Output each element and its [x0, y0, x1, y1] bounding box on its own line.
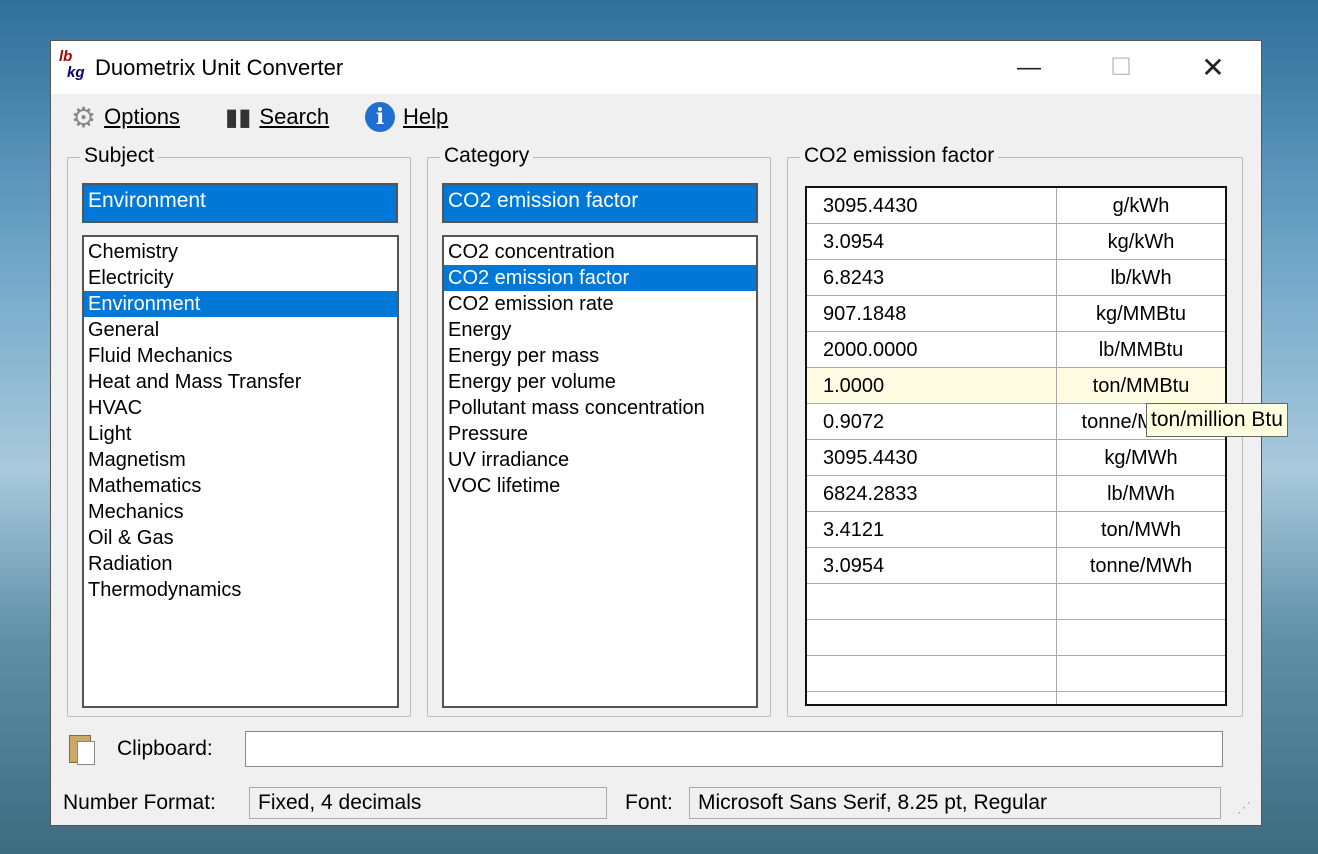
subject-list-item[interactable]: Mechanics [84, 499, 397, 525]
unit-cell[interactable]: kg/kWh [1057, 224, 1225, 259]
value-cell[interactable]: 3.4121 [807, 512, 1057, 547]
category-group: Category CO2 emission factor CO2 concent… [427, 144, 771, 717]
value-cell[interactable] [807, 584, 1057, 619]
results-grid[interactable]: 3095.4430 g/kWh 3.0954 kg/kWh 6.8243 lb/kWh 90… [805, 186, 1227, 706]
unit-cell[interactable]: tonne/MWh [1057, 548, 1225, 583]
value-cell[interactable] [807, 620, 1057, 655]
category-list-item[interactable]: Energy [444, 317, 756, 343]
value-cell[interactable]: 0.9072 [807, 404, 1057, 439]
subject-list-item[interactable]: Environment [84, 291, 397, 317]
unit-cell[interactable] [1057, 584, 1225, 619]
value-cell[interactable]: 907.1848 [807, 296, 1057, 331]
value-cell[interactable] [807, 656, 1057, 691]
unit-cell[interactable]: lb/MWh [1057, 476, 1225, 511]
subject-list-item[interactable]: Oil & Gas [84, 525, 397, 551]
number-format-label: Number Format: [63, 791, 216, 814]
value-cell[interactable]: 3095.4430 [807, 440, 1057, 475]
subject-list-item[interactable]: Thermodynamics [84, 577, 397, 603]
title-bar: lb kg Duometrix Unit Converter ― ☐ ✕ [51, 41, 1261, 94]
minimize-button[interactable]: ― [983, 41, 1075, 94]
result-row[interactable] [807, 692, 1225, 704]
maximize-button[interactable]: ☐ [1075, 41, 1167, 94]
app-logo-icon: lb kg [59, 48, 85, 81]
subject-list-item[interactable]: General [84, 317, 397, 343]
category-list-item[interactable]: UV irradiance [444, 447, 756, 473]
unit-cell[interactable]: kg/MMBtu [1057, 296, 1225, 331]
tooltip: ton/million Btu [1146, 403, 1288, 437]
unit-cell[interactable]: lb/kWh [1057, 260, 1225, 295]
result-row[interactable]: 3095.4430 kg/MWh [807, 440, 1225, 476]
font-value[interactable]: Microsoft Sans Serif, 8.25 pt, Regular [689, 787, 1221, 819]
result-row[interactable]: 3095.4430 g/kWh [807, 188, 1225, 224]
menu-options[interactable]: ⚙ Options [71, 99, 180, 135]
subject-list-item[interactable]: Mathematics [84, 473, 397, 499]
resize-grip-icon[interactable]: ⋰ [1237, 799, 1251, 816]
unit-cell[interactable] [1057, 692, 1225, 704]
category-label: Category [440, 144, 534, 168]
result-row[interactable]: 1.0000 ton/MMBtu [807, 368, 1225, 404]
menu-help[interactable]: i Help [365, 99, 448, 135]
value-cell[interactable]: 6824.2833 [807, 476, 1057, 511]
number-format-value[interactable]: Fixed, 4 decimals [249, 787, 607, 819]
unit-cell[interactable]: g/kWh [1057, 188, 1225, 223]
menu-search[interactable]: ▮▮ Search [225, 99, 329, 135]
unit-cell[interactable]: lb/MMBtu [1057, 332, 1225, 367]
unit-cell[interactable]: kg/MWh [1057, 440, 1225, 475]
result-row[interactable]: 3.0954 kg/kWh [807, 224, 1225, 260]
subject-list-item[interactable]: Magnetism [84, 447, 397, 473]
category-list-item[interactable]: Energy per volume [444, 369, 756, 395]
subject-list-item[interactable]: Electricity [84, 265, 397, 291]
category-list-item[interactable]: Pollutant mass concentration [444, 395, 756, 421]
result-row[interactable]: 907.1848 kg/MMBtu [807, 296, 1225, 332]
result-row[interactable]: 2000.0000 lb/MMBtu [807, 332, 1225, 368]
category-selected[interactable]: CO2 emission factor [442, 183, 758, 223]
subject-list-item[interactable]: Fluid Mechanics [84, 343, 397, 369]
subject-group: Subject Environment Chemistry Electricity… [67, 144, 411, 717]
clipboard-input[interactable] [245, 731, 1223, 767]
unit-cell[interactable]: ton/MWh [1057, 512, 1225, 547]
category-list-item[interactable]: Pressure [444, 421, 756, 447]
unit-cell[interactable] [1057, 656, 1225, 691]
app-window: lb kg Duometrix Unit Converter ― ☐ ✕ ⚙ Op… [50, 40, 1288, 826]
close-button[interactable]: ✕ [1167, 41, 1259, 94]
subject-selected[interactable]: Environment [82, 183, 398, 223]
subject-list-item[interactable]: Chemistry [84, 239, 397, 265]
results-label: CO2 emission factor [800, 144, 999, 168]
subject-label: Subject [80, 144, 159, 168]
result-row[interactable] [807, 584, 1225, 620]
category-list-item[interactable]: CO2 emission rate [444, 291, 756, 317]
subject-list-item[interactable]: HVAC [84, 395, 397, 421]
result-row[interactable] [807, 656, 1225, 692]
value-cell[interactable]: 6.8243 [807, 260, 1057, 295]
value-cell[interactable] [807, 692, 1057, 704]
clipboard-label: Clipboard: [117, 737, 213, 760]
category-list-item[interactable]: VOC lifetime [444, 473, 756, 499]
unit-cell[interactable]: ton/MMBtu [1057, 368, 1225, 403]
font-label: Font: [625, 791, 673, 814]
value-cell[interactable]: 3.0954 [807, 548, 1057, 583]
unit-cell[interactable] [1057, 620, 1225, 655]
subject-list-item[interactable]: Light [84, 421, 397, 447]
result-row[interactable]: 6824.2833 lb/MWh [807, 476, 1225, 512]
category-list[interactable]: CO2 concentration CO2 emission factor CO2 … [442, 235, 758, 708]
window-title: Duometrix Unit Converter [95, 55, 344, 80]
value-cell[interactable]: 1.0000 [807, 368, 1057, 403]
gear-icon: ⚙ [71, 101, 97, 133]
category-list-item[interactable]: Energy per mass [444, 343, 756, 369]
binoculars-icon: ▮▮ [225, 103, 252, 131]
value-cell[interactable]: 2000.0000 [807, 332, 1057, 367]
clipboard-icon[interactable] [67, 733, 97, 767]
subject-list-item[interactable]: Heat and Mass Transfer [84, 369, 397, 395]
subject-list[interactable]: Chemistry Electricity Environment General Fl… [82, 235, 399, 708]
subject-list-item[interactable]: Radiation [84, 551, 397, 577]
category-list-item[interactable]: CO2 concentration [444, 239, 756, 265]
result-row[interactable]: 3.4121 ton/MWh [807, 512, 1225, 548]
value-cell[interactable]: 3.0954 [807, 224, 1057, 259]
result-row[interactable] [807, 620, 1225, 656]
category-list-item[interactable]: CO2 emission factor [444, 265, 756, 291]
result-row[interactable]: 3.0954 tonne/MWh [807, 548, 1225, 584]
result-row[interactable]: 6.8243 lb/kWh [807, 260, 1225, 296]
value-cell[interactable]: 3095.4430 [807, 188, 1057, 223]
info-icon: i [365, 102, 395, 132]
